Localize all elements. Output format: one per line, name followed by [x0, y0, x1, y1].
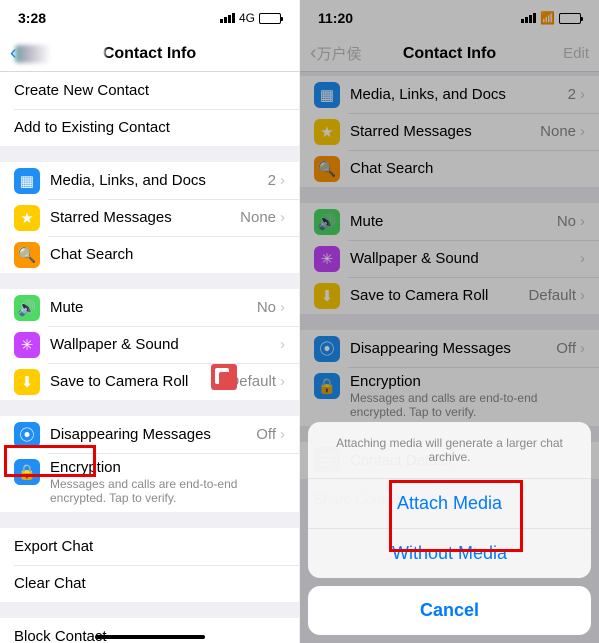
chevron-right-icon: › [280, 373, 285, 390]
back-button[interactable]: ‹ [10, 42, 105, 65]
edit-button[interactable]: Edit [563, 45, 589, 62]
encryption-label: Encryption [50, 459, 121, 476]
row-disappearing-messages[interactable]: ⦿ Disappearing Messages Off› [0, 416, 299, 453]
row-chat-search[interactable]: 🔍 Chat Search [0, 236, 299, 273]
row-block-contact[interactable]: Block Contact [0, 618, 299, 643]
search-icon: 🔍 [14, 242, 40, 268]
chevron-right-icon: › [280, 426, 285, 443]
chevron-right-icon: › [280, 209, 285, 226]
nav-header: ‹ Contact Info [0, 36, 299, 72]
row-wallpaper-sound[interactable]: ✳ Wallpaper & Sound › [0, 326, 299, 363]
chevron-right-icon: › [280, 299, 285, 316]
group-media: ▦ Media, Links, and Docs 2› ★ Starred Me… [0, 162, 299, 273]
group-settings: 🔊 Mute No› ✳ Wallpaper & Sound › ⬇ Save … [0, 289, 299, 400]
download-icon: ⬇ [14, 369, 40, 395]
pdf-badge-icon [211, 364, 237, 390]
group-create: Create New Contact Add to Existing Conta… [0, 72, 299, 146]
encryption-subtitle: Messages and calls are end-to-end encryp… [50, 477, 285, 506]
action-sheet-panel: Attaching media will generate a larger c… [308, 422, 591, 578]
group-block: Block Contact Report Contact [0, 618, 299, 643]
lock-icon: 🔒 [14, 459, 40, 485]
wallpaper-icon: ✳ [14, 332, 40, 358]
action-sheet-message: Attaching media will generate a larger c… [308, 422, 591, 479]
left-screenshot: 3:28 4G ‹ Contact Info Create New Contac… [0, 0, 299, 643]
chevron-right-icon: › [280, 336, 285, 353]
star-icon: ★ [14, 205, 40, 231]
group-privacy: ⦿ Disappearing Messages Off› 🔒 Encryptio… [0, 416, 299, 512]
group-chat-actions: Export Chat Clear Chat [0, 528, 299, 602]
status-bar: 3:28 4G [0, 0, 299, 36]
row-export-chat[interactable]: Export Chat [0, 528, 299, 565]
action-sheet: Attaching media will generate a larger c… [308, 422, 591, 635]
speaker-icon: 🔊 [14, 295, 40, 321]
row-mute[interactable]: 🔊 Mute No› [0, 289, 299, 326]
right-screenshot: 11:20 📶 ‹ 万户侯 Contact Info Edit ▦ Media,… [299, 0, 599, 643]
battery-icon [259, 13, 281, 24]
row-media-links-docs[interactable]: ▦ Media, Links, and Docs 2› [0, 162, 299, 199]
timer-icon: ⦿ [14, 422, 40, 448]
cancel-button[interactable]: Cancel [308, 586, 591, 635]
row-starred-messages[interactable]: ★ Starred Messages None› [0, 199, 299, 236]
without-media-button[interactable]: Without Media [308, 528, 591, 578]
attach-media-button[interactable]: Attach Media [308, 479, 591, 528]
create-new-contact[interactable]: Create New Contact [0, 72, 299, 109]
contact-name-blurred [15, 45, 105, 63]
signal-icon [220, 13, 235, 23]
row-clear-chat[interactable]: Clear Chat [0, 565, 299, 602]
add-existing-contact[interactable]: Add to Existing Contact [0, 109, 299, 146]
status-indicators: 4G [220, 11, 281, 25]
status-time: 3:28 [18, 10, 46, 26]
row-encryption[interactable]: 🔒 Encryption Messages and calls are end-… [0, 453, 299, 512]
home-indicator [95, 635, 205, 639]
chevron-right-icon: › [280, 172, 285, 189]
photos-icon: ▦ [14, 168, 40, 194]
network-label: 4G [239, 11, 255, 25]
back-button[interactable]: ‹ 万户侯 [310, 42, 362, 65]
row-save-camera-roll[interactable]: ⬇ Save to Camera Roll Default› [0, 363, 299, 400]
